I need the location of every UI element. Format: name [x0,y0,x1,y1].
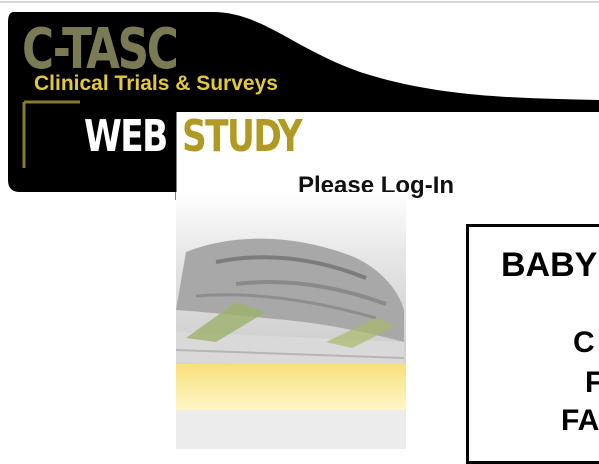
study-info-box: BABY C F FA [466,224,599,464]
study-text-line: C [573,326,595,359]
study-text-line: F [585,366,599,399]
ctasc-logo-text: C-TASC [22,17,179,82]
study-title-line: BABY [501,246,598,284]
logo-study-word: STUDY [182,111,303,162]
logo-web-word: WEB [84,111,168,162]
study-text-line: FA [561,404,599,437]
keyboard-hands-photo [176,192,406,449]
logo-tagline: Clinical Trials & Surveys [34,72,278,95]
